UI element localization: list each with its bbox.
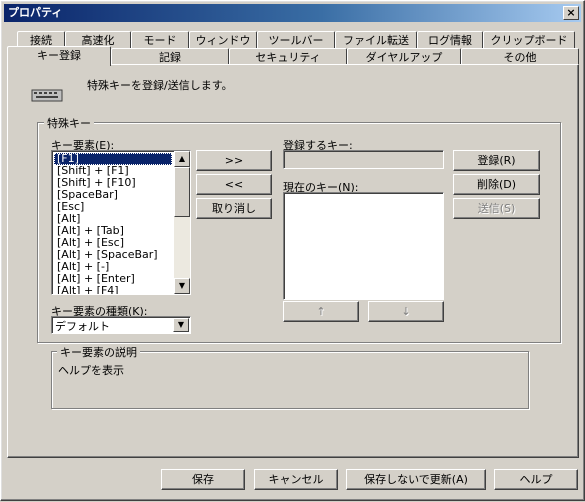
description-text: ヘルプを表示 <box>58 364 124 377</box>
move-down-button[interactable]: ↓ <box>368 301 444 322</box>
register-key-field <box>283 150 444 169</box>
chevron-down-icon[interactable]: ▼ <box>173 318 189 332</box>
key-list-scrollbar[interactable]: ▲ ▼ <box>174 151 190 294</box>
description-label: キー要素の説明 <box>57 344 140 360</box>
special-keys-label: 特殊キー <box>44 115 94 131</box>
current-keys-list[interactable] <box>283 192 444 300</box>
delete-button[interactable]: 削除(D) <box>453 174 540 195</box>
add-key-button[interactable]: >> <box>196 150 272 171</box>
properties-dialog: プロパティ × 接続 高速化 モード ウィンドウ ツールバー ファイル転送 ログ… <box>0 0 585 501</box>
remove-key-button[interactable]: << <box>196 174 272 195</box>
move-up-button[interactable]: ↑ <box>283 301 359 322</box>
scroll-thumb[interactable] <box>174 167 190 217</box>
intro-text: 特殊キーを登録/送信します。 <box>87 79 233 92</box>
key-type-value: デフォルト <box>55 320 110 333</box>
register-button[interactable]: 登録(R) <box>453 150 540 171</box>
scroll-up-icon[interactable]: ▲ <box>174 151 190 167</box>
key-element-item[interactable]: [Alt] + [F4] <box>54 285 172 295</box>
scroll-down-icon[interactable]: ▼ <box>174 278 190 294</box>
keyboard-icon <box>31 89 63 102</box>
send-button[interactable]: 送信(S) <box>453 198 540 219</box>
key-type-select[interactable]: デフォルト ▼ <box>51 316 191 334</box>
key-elements-list[interactable]: [F1] [Shift] + [F1] [Shift] + [F10] [SpaceB… <box>51 150 191 295</box>
cancel-entry-button[interactable]: 取り消し <box>196 198 272 219</box>
